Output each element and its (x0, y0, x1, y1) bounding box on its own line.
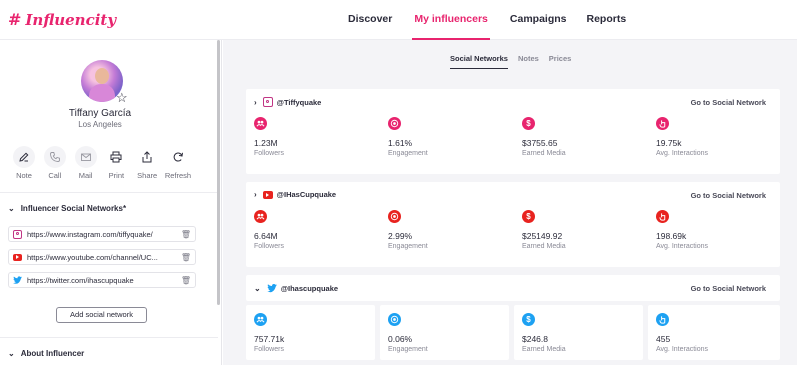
followers-icon (254, 117, 267, 130)
share-button[interactable]: Share (132, 146, 162, 180)
card-header[interactable]: › @IHasCupquake (254, 190, 336, 199)
metric-avg-interactions: 19.75k Avg. Interactions (656, 117, 780, 157)
tab-prices[interactable]: Prices (549, 54, 572, 69)
nav-reports[interactable]: Reports (587, 0, 627, 40)
dollar-icon: $ (522, 313, 535, 326)
profile-location: Los Angeles (78, 120, 122, 129)
network-handle: @Tiffyquake (276, 97, 322, 107)
metric-engagement: 2.99% Engagement (388, 210, 512, 250)
nav-discover[interactable]: Discover (348, 0, 392, 40)
twitter-icon (13, 276, 22, 284)
delete-trash-icon[interactable]: 🗑 (181, 230, 191, 239)
instagram-link-field[interactable]: https://www.instagram.com/tiffyquake/ 🗑 (8, 226, 196, 242)
top-bar: # Influencity Discover My influencers Ca… (0, 0, 797, 40)
mail-icon (80, 153, 91, 161)
chevron-right-icon: › (254, 190, 257, 199)
metric-avg-interactions: 455 Avg. Interactions (648, 305, 780, 360)
followers-icon (254, 313, 267, 326)
youtube-icon (13, 253, 22, 261)
subtabs: Social Networks Notes Prices (450, 54, 571, 69)
instagram-icon (262, 97, 273, 107)
chevron-right-icon: › (254, 97, 257, 107)
print-button[interactable]: Print (101, 146, 131, 180)
brand-name: Influencity (25, 10, 117, 29)
dollar-icon: $ (522, 117, 535, 130)
card-header[interactable]: › @Tiffyquake (254, 97, 321, 107)
youtube-icon (262, 190, 273, 199)
chevron-down-icon: ⌄ (8, 204, 15, 213)
brand-logo[interactable]: # Influencity (8, 10, 116, 29)
chevron-down-icon: ⌄ (254, 283, 261, 293)
divider (0, 337, 218, 338)
target-icon (388, 117, 401, 130)
twitter-network-card: ⌄ @Ihascupquake Go to Social Network 757… (246, 275, 780, 365)
youtube-link-field[interactable]: https://www.youtube.com/channel/UC... 🗑 (8, 249, 196, 265)
main-nav: Discover My influencers Campaigns Report… (348, 0, 646, 40)
main-content: Social Networks Notes Prices › @Tiffyqua… (223, 40, 797, 365)
mail-button[interactable]: Mail (71, 146, 101, 180)
youtube-network-card: › @IHasCupquake Go to Social Network 6.6… (246, 182, 780, 267)
share-icon (142, 151, 152, 163)
social-networks-section-header[interactable]: ⌄ Influencer Social Networks* (8, 204, 126, 213)
divider (0, 192, 218, 193)
sidebar-scrollbar[interactable] (217, 40, 220, 305)
about-influencer-section-header[interactable]: ⌄ About Influencer (8, 349, 84, 358)
refresh-button[interactable]: Refresh (163, 146, 193, 180)
metric-avg-interactions: 198.69k Avg. Interactions (656, 210, 780, 250)
edit-icon (19, 152, 29, 162)
call-button[interactable]: Call (40, 146, 70, 180)
network-handle: @Ihascupquake (280, 283, 339, 293)
card-header[interactable]: ⌄ @Ihascupquake (254, 283, 338, 293)
go-to-social-network-link[interactable]: Go to Social Network (691, 98, 766, 107)
favorite-star-icon[interactable]: ☆ (116, 90, 128, 106)
metric-followers: 757.71k Followers (246, 305, 375, 360)
tab-notes[interactable]: Notes (518, 54, 539, 69)
instagram-network-card: › @Tiffyquake Go to Social Network 1.23M… (246, 89, 780, 174)
metric-engagement: 0.06% Engagement (380, 305, 509, 360)
target-icon (388, 313, 401, 326)
action-bar: Note Call Mail Print Share Refresh (9, 146, 194, 180)
instagram-icon (13, 229, 22, 239)
go-to-social-network-link[interactable]: Go to Social Network (691, 191, 766, 200)
hash-icon: # (8, 10, 22, 29)
dollar-icon: $ (522, 210, 535, 223)
add-social-network-button[interactable]: Add social network (56, 307, 147, 323)
metric-earned-media: $ $246.8 Earned Media (514, 305, 643, 360)
tab-social-networks[interactable]: Social Networks (450, 54, 508, 69)
go-to-social-network-link[interactable]: Go to Social Network (691, 284, 766, 293)
note-button[interactable]: Note (9, 146, 39, 180)
pointer-hand-icon (656, 117, 669, 130)
followers-icon (254, 210, 267, 223)
delete-trash-icon[interactable]: 🗑 (181, 276, 191, 285)
chevron-down-icon: ⌄ (8, 349, 15, 358)
phone-icon (49, 152, 60, 162)
metric-followers: 1.23M Followers (254, 117, 378, 157)
profile-name: Tiffany García (68, 108, 132, 119)
twitter-link-field[interactable]: https://twitter.com/ihascupquake 🗑 (8, 272, 196, 288)
metric-earned-media: $ $3755.65 Earned Media (522, 117, 566, 157)
nav-campaigns[interactable]: Campaigns (510, 0, 567, 40)
printer-icon (110, 151, 122, 163)
metric-earned-media: $ $25149.92 Earned Media (522, 210, 566, 250)
pointer-hand-icon (656, 313, 669, 326)
target-icon (388, 210, 401, 223)
metric-followers: 6.64M Followers (254, 210, 378, 250)
pointer-hand-icon (656, 210, 669, 223)
twitter-icon (266, 284, 277, 293)
nav-my-influencers[interactable]: My influencers (412, 0, 490, 40)
refresh-icon (173, 152, 183, 162)
metric-engagement: 1.61% Engagement (388, 117, 512, 157)
influencer-sidebar: ☆ Tiffany García Los Angeles Note Call M… (0, 40, 222, 365)
network-handle: @IHasCupquake (276, 190, 337, 199)
delete-trash-icon[interactable]: 🗑 (181, 253, 191, 262)
